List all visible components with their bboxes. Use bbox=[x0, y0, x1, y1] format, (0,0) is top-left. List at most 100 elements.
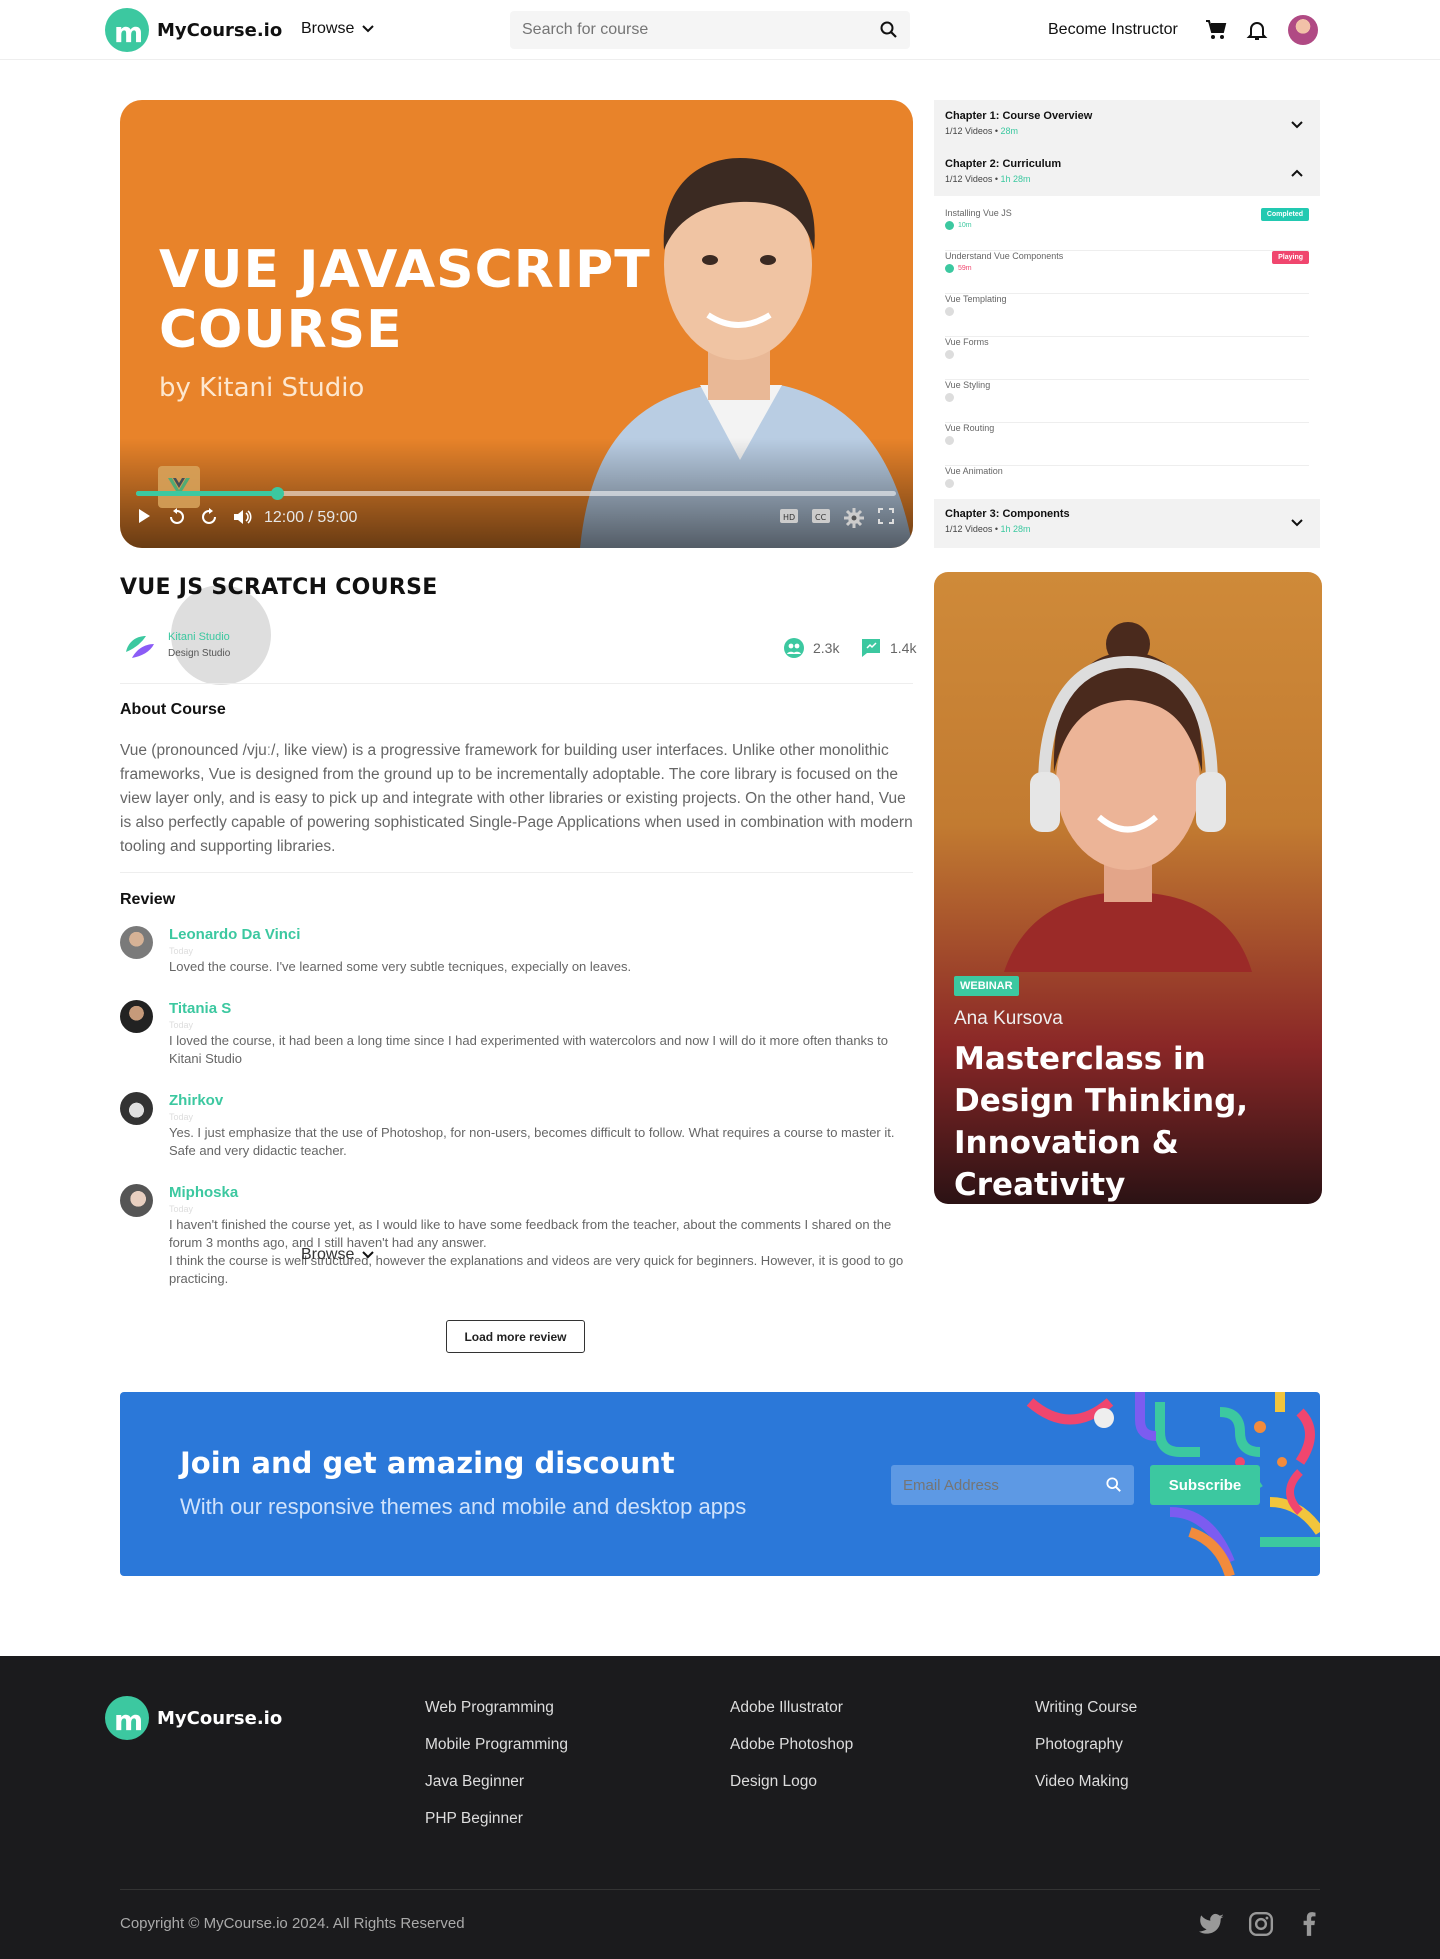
reviewer-name[interactable]: Miphoska bbox=[169, 1184, 238, 1201]
captions-icon[interactable]: CC bbox=[812, 508, 830, 524]
chapter-list: Chapter 1: Course Overview 1/12 Videos •… bbox=[934, 100, 1320, 548]
facebook-icon[interactable] bbox=[1296, 1911, 1322, 1937]
progress-bar[interactable] bbox=[136, 487, 896, 500]
fullscreen-icon[interactable] bbox=[878, 508, 894, 524]
svg-text:CC: CC bbox=[815, 513, 827, 522]
video-player[interactable]: VUE JAVASCRIPT COURSE by Kitani Studio 1… bbox=[120, 100, 913, 548]
chapter-title: Chapter 1: Course Overview bbox=[945, 110, 1093, 122]
play-dot-icon bbox=[945, 479, 954, 488]
comment-icon bbox=[862, 639, 880, 657]
become-instructor-link[interactable]: Become Instructor bbox=[1048, 21, 1178, 39]
browse-menu-ghost[interactable]: Browse bbox=[301, 1246, 375, 1264]
review-date: Today bbox=[169, 1020, 194, 1030]
review-heading: Review bbox=[120, 891, 176, 908]
progress-knob[interactable] bbox=[270, 487, 284, 500]
play-dot-icon bbox=[945, 436, 954, 445]
search-icon[interactable] bbox=[880, 21, 898, 39]
footer-link[interactable]: PHP Beginner bbox=[425, 1810, 568, 1847]
reviewer-name[interactable]: Zhirkov bbox=[169, 1092, 223, 1109]
footer-link[interactable]: Adobe Photoshop bbox=[730, 1736, 853, 1773]
chevron-up-icon[interactable] bbox=[1290, 166, 1304, 180]
subscribe-button[interactable]: Subscribe bbox=[1150, 1465, 1260, 1505]
chapter-meta: 1/12 Videos • 1h 28m bbox=[945, 174, 1031, 184]
lesson-item[interactable]: Understand Vue Components 59m Playing bbox=[945, 251, 1309, 294]
settings-gear-icon[interactable] bbox=[844, 508, 864, 528]
load-more-review-button[interactable]: Load more review bbox=[446, 1320, 585, 1353]
browse-label: Browse bbox=[301, 20, 355, 37]
lesson-item[interactable]: Installing Vue JS 10m Completed bbox=[945, 208, 1309, 251]
video-byline: by Kitani Studio bbox=[159, 373, 365, 403]
play-dot-icon bbox=[945, 393, 954, 402]
lesson-duration: 59m bbox=[945, 264, 972, 273]
webinar-photo bbox=[1004, 622, 1252, 972]
footer-link[interactable]: Web Programming bbox=[425, 1699, 568, 1736]
footer-column: Web Programming Mobile Programming Java … bbox=[425, 1699, 568, 1847]
volume-icon[interactable] bbox=[232, 508, 252, 526]
logo-text: MyCourse.io bbox=[157, 19, 283, 41]
lesson-item[interactable]: Vue Templating bbox=[945, 294, 1309, 337]
chapter-meta: 1/12 Videos • 1h 28m bbox=[945, 524, 1031, 534]
top-navbar: MyCourse.io Browse Become Instructor bbox=[0, 0, 1440, 60]
chapter-title: Chapter 2: Curriculum bbox=[945, 158, 1062, 170]
footer-link[interactable]: Java Beginner bbox=[425, 1773, 568, 1810]
footer-link[interactable]: Mobile Programming bbox=[425, 1736, 568, 1773]
forward-icon[interactable] bbox=[200, 508, 218, 526]
lesson-title: Vue Routing bbox=[945, 423, 995, 433]
rewind-icon[interactable] bbox=[168, 508, 186, 526]
reviewer-name[interactable]: Leonardo Da Vinci bbox=[169, 926, 300, 943]
reviewer-name[interactable]: Titania S bbox=[169, 1000, 231, 1017]
lesson-title: Installing Vue JS bbox=[945, 208, 1012, 218]
chevron-down-icon bbox=[362, 1251, 375, 1259]
divider bbox=[120, 1889, 1320, 1890]
status-badge: Playing bbox=[1272, 251, 1309, 264]
cart-icon[interactable] bbox=[1204, 18, 1228, 42]
review-date: Today bbox=[169, 1204, 194, 1214]
studio-logo-icon[interactable] bbox=[124, 632, 156, 660]
hd-icon[interactable]: HD bbox=[780, 508, 798, 524]
footer-link[interactable]: Video Making bbox=[1035, 1773, 1137, 1810]
lesson-item[interactable]: Vue Forms bbox=[945, 337, 1309, 380]
footer-link[interactable]: Writing Course bbox=[1035, 1699, 1137, 1736]
bell-icon[interactable] bbox=[1245, 18, 1269, 42]
footer-link[interactable]: Design Logo bbox=[730, 1773, 853, 1810]
review-text: Yes. I just emphasize that the use of Ph… bbox=[169, 1125, 895, 1158]
site-logo[interactable]: MyCourse.io bbox=[105, 8, 282, 52]
chapter-header[interactable]: Chapter 1: Course Overview 1/12 Videos •… bbox=[934, 100, 1320, 149]
chapter-header[interactable]: Chapter 3: Components 1/12 Videos • 1h 2… bbox=[934, 499, 1320, 548]
chevron-down-icon[interactable] bbox=[1290, 118, 1304, 132]
chevron-down-icon[interactable] bbox=[1290, 516, 1304, 530]
search-icon bbox=[1106, 1477, 1121, 1492]
studio-name-link[interactable]: Kitani Studio bbox=[168, 631, 230, 643]
play-dot-icon bbox=[945, 264, 954, 273]
chapter-header[interactable]: Chapter 2: Curriculum 1/12 Videos • 1h 2… bbox=[934, 149, 1320, 196]
lesson-item[interactable]: Vue Animation bbox=[945, 466, 1309, 498]
twitter-icon[interactable] bbox=[1199, 1911, 1225, 1937]
browse-menu[interactable]: Browse bbox=[301, 20, 375, 38]
user-avatar[interactable] bbox=[1288, 15, 1318, 45]
search-input[interactable] bbox=[522, 21, 880, 39]
lesson-item[interactable]: Vue Routing bbox=[945, 423, 1309, 466]
footer-logo[interactable]: MyCourse.io bbox=[105, 1696, 282, 1740]
course-title: VUE JS SCRATCH COURSE bbox=[120, 575, 438, 600]
lesson-item[interactable]: Vue Styling bbox=[945, 380, 1309, 423]
footer: MyCourse.io Web Programming Mobile Progr… bbox=[0, 1656, 1440, 1959]
play-dot-icon bbox=[945, 307, 954, 316]
footer-link[interactable]: Photography bbox=[1035, 1736, 1137, 1773]
footer-link[interactable]: Adobe Illustrator bbox=[730, 1699, 853, 1736]
chapter-title: Chapter 3: Components bbox=[945, 508, 1070, 520]
avatar bbox=[120, 926, 153, 959]
logo-icon bbox=[105, 1696, 149, 1740]
footer-column: Writing Course Photography Video Making bbox=[1035, 1699, 1137, 1810]
chevron-down-icon bbox=[362, 25, 375, 33]
promo-subtitle: With our responsive themes and mobile an… bbox=[180, 1494, 747, 1519]
play-icon[interactable] bbox=[136, 508, 152, 524]
lesson-duration bbox=[945, 307, 954, 316]
lesson-title: Understand Vue Components bbox=[945, 251, 1064, 261]
lesson-title: Vue Templating bbox=[945, 294, 1007, 304]
students-count: 2.3k bbox=[783, 637, 839, 659]
students-icon bbox=[784, 638, 804, 658]
lesson-title: Vue Styling bbox=[945, 380, 991, 390]
email-input[interactable] bbox=[903, 1476, 1106, 1494]
webinar-card[interactable]: WEBINAR Ana Kursova Masterclass in Desig… bbox=[934, 572, 1322, 1204]
instagram-icon[interactable] bbox=[1248, 1911, 1274, 1937]
